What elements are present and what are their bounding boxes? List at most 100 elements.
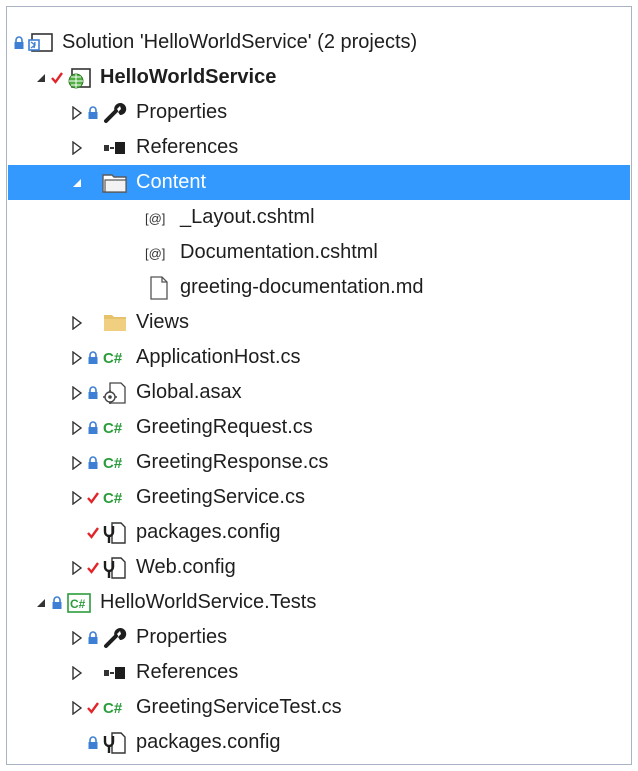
- tree-item-helloworldservice-project[interactable]: HelloWorldService: [8, 60, 630, 95]
- tree-item-label: HelloWorldService.Tests: [100, 591, 317, 613]
- references-icon: [100, 660, 130, 686]
- collapsed-arrow-icon[interactable]: [68, 384, 86, 402]
- tree-item-label: References: [136, 661, 239, 683]
- tree-item-label: ApplicationHost.cs: [136, 346, 301, 368]
- collapsed-arrow-icon[interactable]: [68, 489, 86, 507]
- wrench-icon: [100, 100, 130, 126]
- tree-item-greetingresponse-cs[interactable]: C# GreetingResponse.cs: [8, 445, 630, 480]
- web-project-icon: [64, 65, 94, 91]
- svg-text:C#: C#: [70, 597, 86, 611]
- lock-icon: [12, 32, 26, 54]
- tree-item-global-asax[interactable]: Global.asax: [8, 375, 630, 410]
- tree-item-greetingservicetest-cs[interactable]: C# GreetingServiceTest.cs: [8, 690, 630, 725]
- tree-item-greetingrequest-cs[interactable]: C# GreetingRequest.cs: [8, 410, 630, 445]
- svg-text:C#: C#: [103, 455, 123, 472]
- tree-item-packages-config[interactable]: packages.config: [8, 515, 630, 550]
- document-icon: [144, 275, 174, 301]
- tree-item-views-folder[interactable]: Views: [8, 305, 630, 340]
- tree-item-label: packages.config: [136, 731, 281, 753]
- expanded-arrow-icon[interactable]: [32, 594, 50, 612]
- tree-item-label: Properties: [136, 626, 228, 648]
- folder-open-icon: [100, 170, 130, 196]
- csharp-project-icon: C#: [64, 590, 94, 616]
- checkmark-icon: [86, 697, 100, 719]
- tree-item-label: HelloWorldService: [100, 66, 277, 88]
- csharp-file-icon: C#: [100, 450, 130, 476]
- tree-item-label: Global.asax: [136, 381, 242, 403]
- collapsed-arrow-icon[interactable]: [68, 104, 86, 122]
- solution-icon: [26, 30, 56, 56]
- tree-item-tests-properties[interactable]: Properties: [8, 620, 630, 655]
- references-icon: [100, 135, 130, 161]
- tree-item-label: _Layout.cshtml: [180, 206, 315, 228]
- folder-icon: [100, 310, 130, 336]
- lock-icon: [86, 382, 100, 404]
- checkmark-icon: [86, 487, 100, 509]
- expanded-arrow-icon[interactable]: [32, 69, 50, 87]
- tree-item-label: GreetingResponse.cs: [136, 451, 329, 473]
- collapsed-arrow-icon[interactable]: [68, 349, 86, 367]
- collapsed-arrow-icon[interactable]: [68, 454, 86, 472]
- checkmark-icon: [86, 522, 100, 544]
- wrench-icon: [100, 625, 130, 651]
- lock-icon: [86, 452, 100, 474]
- tree-item-content-folder[interactable]: Content: [8, 165, 630, 200]
- tree-item-references[interactable]: References: [8, 130, 630, 165]
- tree-item-tests-references[interactable]: References: [8, 655, 630, 690]
- tree-item-label: Solution 'HelloWorldService' (2 projects…: [62, 31, 418, 53]
- csharp-file-icon: C#: [100, 415, 130, 441]
- svg-text:C#: C#: [103, 420, 123, 437]
- lock-icon: [50, 592, 64, 614]
- tree-item-tests-project[interactable]: C# HelloWorldService.Tests: [8, 585, 630, 620]
- tree-item-label: Web.config: [136, 556, 236, 578]
- svg-text:C#: C#: [103, 700, 123, 717]
- collapsed-arrow-icon[interactable]: [68, 629, 86, 647]
- checkmark-icon: [50, 67, 64, 89]
- csharp-file-icon: C#: [100, 695, 130, 721]
- tree-item-label: greeting-documentation.md: [180, 276, 424, 298]
- tree-item-tests-packages-config[interactable]: packages.config: [8, 725, 630, 760]
- svg-text:C#: C#: [103, 490, 123, 507]
- tree-item-label: GreetingService.cs: [136, 486, 305, 508]
- svg-text:[@]: [@]: [145, 211, 165, 226]
- tree-item-applicationhost-cs[interactable]: C# ApplicationHost.cs: [8, 340, 630, 375]
- collapsed-arrow-icon[interactable]: [68, 559, 86, 577]
- csharp-file-icon: C#: [100, 485, 130, 511]
- cshtml-icon: [@]: [144, 240, 174, 266]
- tree-item-greetingservice-cs[interactable]: C# GreetingService.cs: [8, 480, 630, 515]
- config-icon: [100, 520, 130, 546]
- tree-item-label: Properties: [136, 101, 228, 123]
- lock-icon: [86, 102, 100, 124]
- tree-item-label: packages.config: [136, 521, 281, 543]
- tree-item-label: Views: [136, 311, 189, 333]
- collapsed-arrow-icon[interactable]: [68, 139, 86, 157]
- global-asax-icon: [100, 380, 130, 406]
- lock-icon: [86, 347, 100, 369]
- collapsed-arrow-icon[interactable]: [68, 699, 86, 717]
- tree-item-web-config[interactable]: Web.config: [8, 550, 630, 585]
- checkmark-icon: [86, 557, 100, 579]
- collapsed-arrow-icon[interactable]: [68, 664, 86, 682]
- tree-item-solution[interactable]: Solution 'HelloWorldService' (2 projects…: [8, 25, 630, 60]
- tree-item-properties[interactable]: Properties: [8, 95, 630, 130]
- tree-item-label: GreetingServiceTest.cs: [136, 696, 342, 718]
- lock-icon: [86, 732, 100, 754]
- cshtml-icon: [@]: [144, 205, 174, 231]
- tree-item-layout-cshtml[interactable]: [@] _Layout.cshtml: [8, 200, 630, 235]
- svg-text:[@]: [@]: [145, 246, 165, 261]
- lock-icon: [86, 417, 100, 439]
- tree-item-label: GreetingRequest.cs: [136, 416, 313, 438]
- lock-icon: [86, 627, 100, 649]
- tree-item-label: Content: [136, 171, 207, 193]
- tree-item-label: References: [136, 136, 239, 158]
- expanded-arrow-icon[interactable]: [68, 174, 86, 192]
- collapsed-arrow-icon[interactable]: [68, 314, 86, 332]
- config-icon: [100, 730, 130, 756]
- tree-item-greeting-documentation-md[interactable]: greeting-documentation.md: [8, 270, 630, 305]
- config-icon: [100, 555, 130, 581]
- csharp-file-icon: C#: [100, 345, 130, 371]
- svg-text:C#: C#: [103, 350, 123, 367]
- collapsed-arrow-icon[interactable]: [68, 419, 86, 437]
- solution-explorer-tree: Solution 'HelloWorldService' (2 projects…: [6, 6, 632, 765]
- tree-item-documentation-cshtml[interactable]: [@] Documentation.cshtml: [8, 235, 630, 270]
